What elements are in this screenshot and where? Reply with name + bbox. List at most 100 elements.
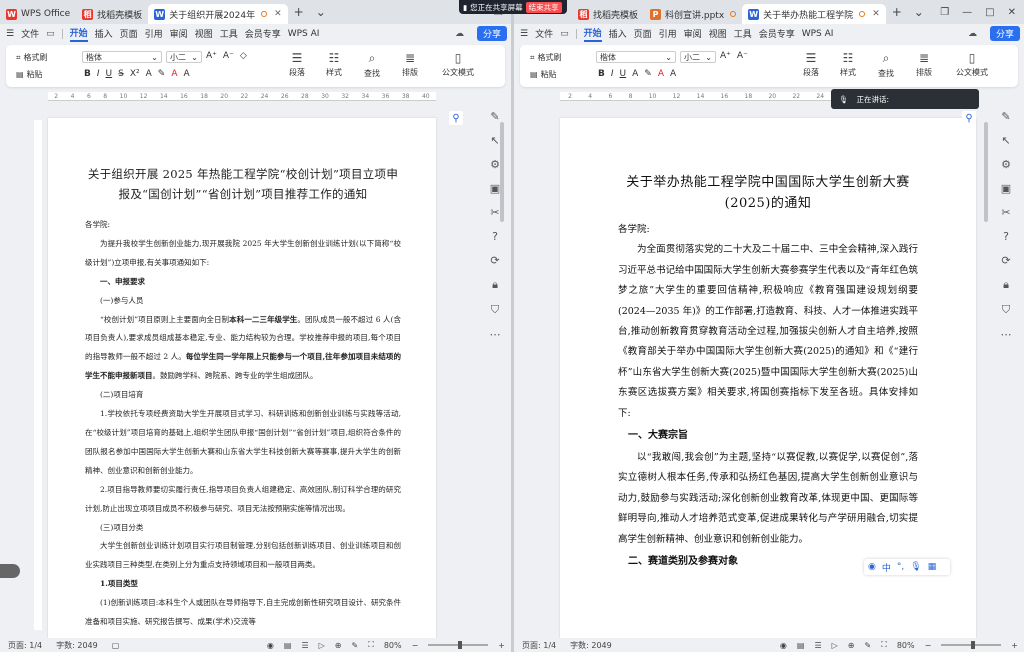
maximize-icon[interactable]: □ bbox=[985, 7, 994, 18]
menu-home[interactable]: 开始 bbox=[583, 26, 602, 42]
play-icon[interactable]: ▷ bbox=[832, 641, 838, 650]
help-icon[interactable]: ? bbox=[492, 230, 498, 243]
location-marker-icon[interactable]: ⚲ bbox=[962, 111, 976, 125]
close-icon[interactable]: ✕ bbox=[1008, 7, 1016, 18]
outline-icon[interactable]: ☰ bbox=[301, 641, 308, 650]
zoom-out-icon[interactable]: − bbox=[412, 641, 419, 650]
menu-view[interactable]: 视图 bbox=[709, 27, 727, 40]
menu-view[interactable]: 视图 bbox=[195, 27, 213, 40]
format-painter-button[interactable]: ⌗ 格式刷 bbox=[530, 52, 562, 63]
bold-icon[interactable]: B bbox=[598, 69, 605, 79]
doc-icon[interactable]: ▢ bbox=[112, 641, 120, 650]
tools-icon[interactable]: ✂ bbox=[1001, 206, 1010, 219]
horizontal-ruler[interactable]: 2 4 6 8 10 12 14 16 18 20 22 24 26 28 30 32 34 36 38 40 bbox=[48, 92, 436, 101]
more-icon[interactable]: ⋯ bbox=[1001, 328, 1012, 341]
fit-icon[interactable]: ⛶ bbox=[881, 640, 887, 650]
vertical-scrollbar[interactable] bbox=[500, 110, 504, 630]
find-button[interactable]: ⌕ 查找 bbox=[364, 51, 380, 79]
web-icon[interactable]: ⊕ bbox=[335, 641, 342, 650]
close-tab-icon[interactable]: ✕ bbox=[274, 9, 282, 19]
zoom-level[interactable]: 80% bbox=[897, 641, 915, 650]
layout-button[interactable]: ≣ 排版 bbox=[916, 51, 932, 78]
font-size-select[interactable]: 小二 ⌄ bbox=[680, 51, 716, 63]
microphone-icon[interactable]: 🎙︎ bbox=[910, 562, 921, 572]
highlight-icon[interactable]: ✎ bbox=[158, 69, 166, 79]
underline-icon[interactable]: U bbox=[620, 69, 627, 79]
grow-font-icon[interactable]: A⁺ bbox=[206, 51, 217, 61]
font-size-select[interactable]: 小二 ⌄ bbox=[166, 51, 202, 63]
zoom-in-icon[interactable]: + bbox=[1011, 641, 1018, 650]
page-indicator[interactable]: 页面: 1/4 bbox=[522, 640, 556, 651]
location-marker-icon[interactable]: ⚲ bbox=[449, 111, 463, 125]
style-button[interactable]: ☷ 样式 bbox=[840, 51, 856, 78]
highlight-icon[interactable]: ✎ bbox=[644, 69, 652, 79]
play-icon[interactable]: ▷ bbox=[319, 641, 325, 650]
web-icon[interactable]: ⊕ bbox=[848, 641, 855, 650]
annotate-icon[interactable]: ✎ bbox=[865, 641, 872, 650]
help-icon[interactable]: ? bbox=[1003, 230, 1009, 243]
tab-template[interactable]: 稻 找稻壳模板 bbox=[76, 4, 148, 24]
layout-button[interactable]: ≣ 排版 bbox=[402, 51, 418, 78]
menu-page[interactable]: 页面 bbox=[120, 27, 138, 40]
menu-file[interactable]: 文件 bbox=[21, 27, 39, 40]
ime-mode[interactable]: 中 bbox=[882, 561, 891, 574]
style-button[interactable]: ☷ 样式 bbox=[326, 51, 342, 78]
grow-font-icon[interactable]: A⁺ bbox=[720, 51, 731, 61]
cursor-icon[interactable]: ↖ bbox=[1001, 134, 1010, 147]
lock-icon[interactable]: 🔒︎ bbox=[492, 278, 498, 292]
fit-icon[interactable]: ⛶ bbox=[368, 640, 374, 650]
vertical-scrollbar[interactable] bbox=[984, 110, 988, 630]
save-icon[interactable]: ▭ bbox=[46, 29, 55, 39]
cloud-icon[interactable]: ☁ bbox=[455, 29, 464, 39]
font-family-select[interactable]: 楷体 ⌄ bbox=[82, 51, 162, 63]
document-page[interactable]: 关于组织开展 2025 年热能工程学院“校创计划”项目立项申报及“国创计划”“省… bbox=[48, 118, 436, 638]
word-count[interactable]: 字数: 2049 bbox=[56, 640, 98, 651]
tab-document[interactable]: W 关于举办热能工程学院 ✕ bbox=[742, 4, 886, 24]
menu-review[interactable]: 审阅 bbox=[170, 27, 188, 40]
font-color-icon[interactable]: A bbox=[171, 69, 177, 79]
bold-icon[interactable]: B bbox=[84, 69, 91, 79]
clear-format-icon[interactable]: ◇ bbox=[240, 51, 247, 61]
text-effect-icon[interactable]: A bbox=[632, 69, 638, 79]
tools-icon[interactable]: ✂ bbox=[490, 206, 499, 219]
pen-icon[interactable]: ✎ bbox=[1001, 110, 1010, 123]
scroll-thumb[interactable] bbox=[984, 122, 988, 222]
menu-icon[interactable]: ☰ bbox=[520, 29, 528, 39]
cloud-icon[interactable]: ☁ bbox=[968, 29, 977, 39]
shirt-icon[interactable]: ⛉ bbox=[491, 303, 499, 317]
menu-wps-ai[interactable]: WPS AI bbox=[288, 29, 320, 39]
chevron-down-icon[interactable]: ⌄ bbox=[310, 5, 332, 19]
outline-icon[interactable]: ☰ bbox=[814, 641, 821, 650]
image-icon[interactable]: ▣ bbox=[490, 182, 500, 195]
menu-icon[interactable]: ☰ bbox=[6, 29, 14, 39]
word-count[interactable]: 字数: 2049 bbox=[570, 640, 612, 651]
minimize-icon[interactable]: — bbox=[962, 7, 972, 18]
menu-reference[interactable]: 引用 bbox=[145, 27, 163, 40]
paste-button[interactable]: ▤ 粘贴 bbox=[16, 69, 43, 80]
page-view-icon[interactable]: ▤ bbox=[797, 641, 805, 650]
end-share-button[interactable]: 结束共享 bbox=[525, 1, 562, 13]
tab-document[interactable]: W 关于组织开展2024年 ✕ bbox=[148, 4, 288, 24]
pen-icon[interactable]: ✎ bbox=[490, 110, 499, 123]
menu-file[interactable]: 文件 bbox=[535, 27, 553, 40]
paste-button[interactable]: ▤ 粘贴 bbox=[530, 69, 557, 80]
menu-reference[interactable]: 引用 bbox=[659, 27, 677, 40]
sync-icon[interactable]: ⟳ bbox=[490, 254, 499, 267]
zoom-in-icon[interactable]: + bbox=[498, 641, 505, 650]
close-tab-icon[interactable]: ✕ bbox=[872, 9, 880, 19]
chevron-down-icon[interactable]: ⌄ bbox=[908, 5, 930, 19]
menu-page[interactable]: 页面 bbox=[634, 27, 652, 40]
official-mode-button[interactable]: ▯ 公文模式 bbox=[442, 51, 474, 78]
adjust-icon[interactable]: ⚙ bbox=[1001, 158, 1011, 171]
tab-template[interactable]: 稻 找稻壳模板 bbox=[572, 4, 644, 24]
format-painter-button[interactable]: ⌗ 格式刷 bbox=[16, 52, 48, 63]
tab-pptx[interactable]: P 科创宣讲.pptx bbox=[644, 4, 742, 24]
shrink-font-icon[interactable]: A⁻ bbox=[223, 51, 234, 61]
page-view-icon[interactable]: ▤ bbox=[284, 641, 292, 650]
cursor-icon[interactable]: ↖ bbox=[490, 134, 499, 147]
image-icon[interactable]: ▣ bbox=[1001, 182, 1011, 195]
scroll-thumb[interactable] bbox=[500, 122, 504, 222]
menu-member[interactable]: 会员专享 bbox=[245, 27, 281, 40]
vertical-ruler[interactable] bbox=[34, 120, 42, 630]
zoom-slider[interactable] bbox=[428, 641, 489, 649]
